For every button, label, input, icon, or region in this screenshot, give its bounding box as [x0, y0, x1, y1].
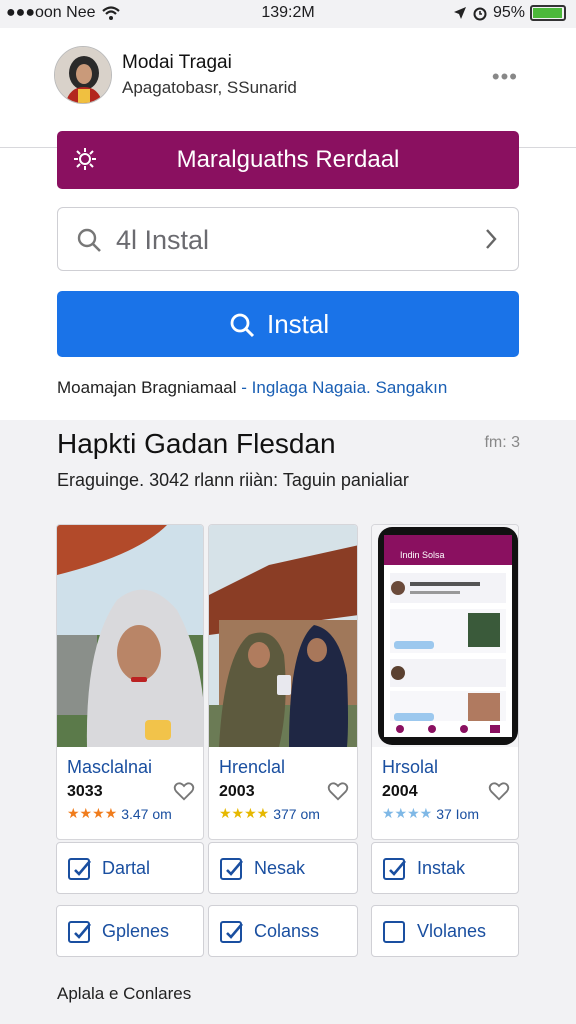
- card-title: Hrsolal: [382, 757, 439, 777]
- check-icon: [226, 923, 243, 939]
- battery-percent: 95%: [492, 4, 525, 21]
- card-title: Masclalnai: [67, 757, 153, 777]
- card-rating: ★★★★ 3.47 om: [67, 805, 172, 822]
- section-subtitle: Eraguinge. 3042 rlann riiàn: Taguin pani…: [57, 470, 409, 490]
- check-icon: [74, 923, 91, 939]
- product-card[interactable]: Indin Solsa Hrsolal 2004 ★★★★ 37 Iom: [371, 524, 519, 840]
- card-rating: ★★★★ 377 om: [219, 805, 320, 822]
- chevron-right-icon[interactable]: [484, 228, 498, 250]
- card-image-photo: [57, 525, 203, 747]
- product-card[interactable]: Masclalnai 3033 ★★★★ 3.47 om: [56, 524, 204, 840]
- search-input[interactable]: 4l Instal: [57, 207, 519, 271]
- phone-header-label: Indin Solsa: [400, 550, 445, 560]
- card-image-photo: [209, 525, 357, 747]
- star-rating-icon: ★★★★: [219, 805, 270, 821]
- card-title: Hrenclal: [219, 757, 286, 777]
- header-card: Modai Tragai Apagatobasr, SSunarid ••• M…: [0, 28, 576, 420]
- avatar[interactable]: [54, 46, 112, 104]
- chip-label: Nesak: [254, 858, 306, 878]
- card-year: 2004: [382, 783, 418, 800]
- heart-icon[interactable]: [488, 780, 510, 802]
- promo-banner[interactable]: Maralguaths Rerdaal: [57, 131, 519, 189]
- chip-checkbox[interactable]: Gplenes: [56, 905, 204, 957]
- profile-subtitle: Apagatobasr, SSunarid: [122, 78, 297, 97]
- section-count: fm: 3: [484, 434, 520, 451]
- check-icon: [226, 860, 243, 876]
- chip-checkbox[interactable]: Vlolanes: [371, 905, 519, 957]
- phone-mockup: [372, 525, 518, 747]
- app-screen: ●●●oon Nee 139:2M 95% Modai Tragai Apaga…: [0, 0, 576, 1024]
- battery-icon: [530, 5, 566, 21]
- card-image-phone: Indin Solsa: [372, 525, 518, 747]
- check-icon: [389, 860, 406, 876]
- chip-label: Gplenes: [102, 921, 170, 941]
- heart-icon[interactable]: [173, 780, 195, 802]
- more-options-icon[interactable]: •••: [492, 64, 518, 90]
- rating-value: 3.47 om: [121, 805, 172, 822]
- install-button[interactable]: Instal: [57, 291, 519, 357]
- status-bar: ●●●oon Nee 139:2M 95%: [0, 0, 576, 28]
- profile-row: Modai Tragai Apagatobasr, SSunarid •••: [0, 28, 576, 148]
- search-icon: [230, 313, 255, 338]
- search-value: 4l Instal: [116, 225, 210, 255]
- install-label: Instal: [267, 309, 330, 339]
- product-card[interactable]: Hrenclal 2003 ★★★★ 377 om: [208, 524, 358, 840]
- search-icon: [77, 228, 101, 252]
- star-rating-icon: ★★★★: [67, 805, 118, 821]
- heart-icon[interactable]: [327, 780, 349, 802]
- section-title: Hapkti Gadan Flesdan: [57, 428, 336, 459]
- chip-label: Instak: [417, 858, 466, 878]
- card-year: 3033: [67, 783, 103, 800]
- profile-name: Modai Tragai: [122, 52, 232, 73]
- rating-value: 377 om: [273, 805, 320, 822]
- star-rating-icon: ★★★★: [382, 805, 433, 821]
- card-rating: ★★★★ 37 Iom: [382, 805, 479, 822]
- chip-checkbox[interactable]: Dartal: [56, 842, 204, 894]
- check-icon: [74, 860, 91, 876]
- chip-checkbox[interactable]: Nesak: [208, 842, 358, 894]
- chip-checkbox[interactable]: Instak: [371, 842, 519, 894]
- breadcrumb: Mоamajan Bragniamaal - Inglaga Nagaia. S…: [57, 378, 447, 398]
- chip-label: Colanss: [254, 921, 320, 941]
- battery-fill: [533, 8, 562, 18]
- footer-label: Aplala e Conlares: [57, 984, 192, 1003]
- checkbox-icon: [383, 921, 405, 943]
- status-right: 95%: [453, 4, 566, 22]
- alarm-icon: [473, 7, 487, 21]
- chip-checkbox[interactable]: Colanss: [208, 905, 358, 957]
- banner-label: Maralguaths Rerdaal: [176, 146, 400, 173]
- card-year: 2003: [219, 783, 255, 800]
- breadcrumb-link[interactable]: - Inglaga Nagaia. Sangakın: [241, 378, 447, 397]
- location-arrow-icon: [453, 7, 466, 19]
- avatar-image: [55, 47, 111, 103]
- chip-label: Dartal: [102, 858, 151, 878]
- chip-label: Vlolanes: [417, 921, 487, 941]
- rating-value: 37 Iom: [436, 805, 480, 822]
- breadcrumb-main: Mоamajan Bragniamaal: [57, 378, 237, 397]
